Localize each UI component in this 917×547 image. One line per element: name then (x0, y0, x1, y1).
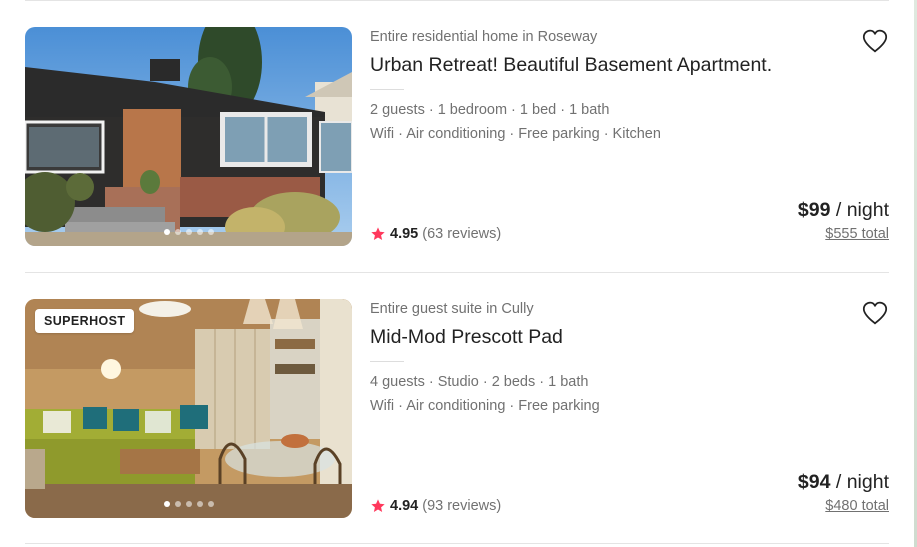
listing-info: Entire guest suite in Cully Mid-Mod Pres… (370, 299, 889, 518)
listing-info: Entire residential home in Roseway Urban… (370, 27, 889, 246)
photo-carousel-dots[interactable] (25, 501, 352, 507)
listing-type-location: Entire guest suite in Cully (370, 301, 534, 317)
listing-details: 2 guests · 1 bedroom · 1 bed · 1 bath (370, 102, 610, 118)
carousel-dot[interactable] (207, 501, 214, 507)
listing-details: 4 guests · Studio · 2 beds · 1 bath (370, 374, 589, 390)
carousel-dot[interactable] (207, 229, 214, 235)
house-exterior-image (25, 27, 352, 246)
nightly-price: $99 / night (798, 199, 889, 222)
listing-type-location: Entire residential home in Roseway (370, 29, 598, 45)
carousel-dot[interactable] (174, 229, 181, 235)
listing-title[interactable]: Urban Retreat! Beautiful Basement Apartm… (370, 54, 772, 77)
superhost-badge: SUPERHOST (35, 309, 135, 333)
listing-card[interactable]: SUPERHOST Entire guest suite in Cully Mi… (25, 299, 889, 518)
divider (370, 361, 404, 362)
listing-rating: 4.95 (63 reviews) (370, 226, 501, 242)
review-count: (93 reviews) (422, 498, 502, 514)
heart-icon (862, 29, 888, 53)
nightly-price: $94 / night (798, 471, 889, 494)
total-price-link[interactable]: $480 total (825, 498, 889, 514)
listing-title[interactable]: Mid-Mod Prescott Pad (370, 326, 563, 349)
save-favorite-button[interactable] (861, 27, 889, 55)
price-unit: / night (830, 471, 889, 493)
price-amount: $99 (797, 199, 831, 221)
carousel-dot[interactable] (163, 501, 170, 507)
divider (370, 89, 404, 90)
listing-rating: 4.94 (93 reviews) (370, 498, 501, 514)
rating-value: 4.95 (390, 226, 419, 242)
carousel-dot[interactable] (185, 229, 192, 235)
rating-value: 4.94 (390, 498, 419, 514)
carousel-dot[interactable] (185, 501, 192, 507)
carousel-dot[interactable] (163, 229, 170, 235)
divider (25, 272, 889, 273)
review-count: (63 reviews) (422, 226, 502, 242)
star-icon (371, 227, 385, 240)
price-unit: / night (830, 199, 889, 221)
listing-photo[interactable] (25, 27, 352, 246)
listing-amenities: Wifi · Air conditioning · Free parking (370, 398, 600, 414)
total-price-link[interactable]: $555 total (825, 226, 889, 242)
listing-card[interactable]: Entire residential home in Roseway Urban… (25, 27, 889, 246)
heart-icon (862, 301, 888, 325)
carousel-dot[interactable] (196, 501, 203, 507)
photo-carousel-dots[interactable] (25, 229, 352, 235)
carousel-dot[interactable] (196, 229, 203, 235)
search-results-page: Entire residential home in Roseway Urban… (0, 0, 917, 547)
save-favorite-button[interactable] (861, 299, 889, 327)
divider (25, 543, 889, 544)
listing-photo[interactable]: SUPERHOST (25, 299, 352, 518)
carousel-dot[interactable] (174, 501, 181, 507)
listing-amenities: Wifi · Air conditioning · Free parking ·… (370, 126, 661, 142)
star-icon (371, 499, 385, 512)
price-amount: $94 (797, 471, 831, 493)
divider (25, 0, 889, 1)
